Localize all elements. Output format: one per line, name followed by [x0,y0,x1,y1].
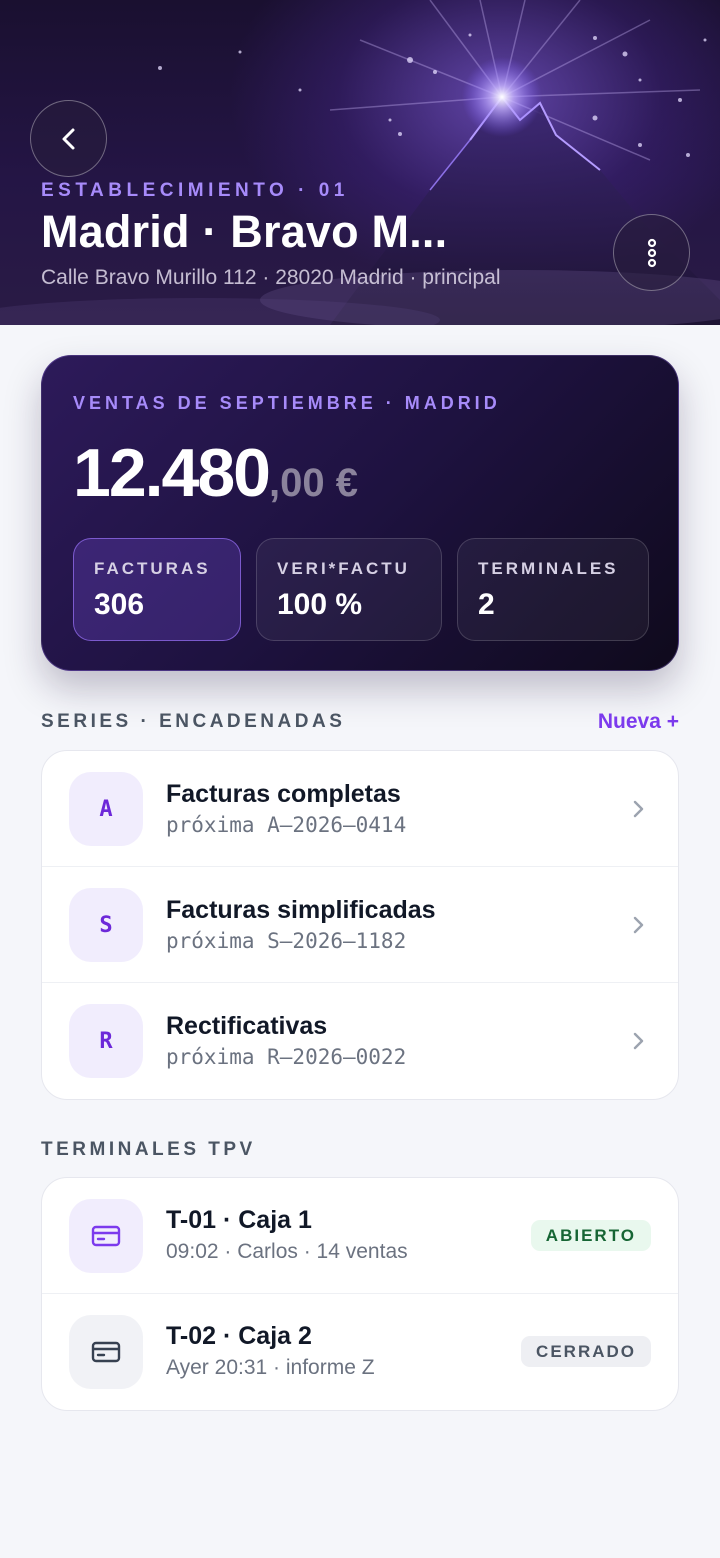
terminals-section-title: TERMINALES TPV [41,1139,256,1160]
more-options-button[interactable] [613,214,690,291]
terminal-item-t02[interactable]: T-02 · Caja 2 Ayer 20:31 · informe Z CER… [42,1294,678,1410]
series-item-r[interactable]: R Rectificativas próxima R–2026–0022 [42,983,678,1099]
series-code-badge: A [69,772,143,846]
sales-period-label: VENTAS DE SEPTIEMBRE · MADRID [73,393,501,413]
series-title: Facturas completas [166,780,401,808]
status-badge: CERRADO [521,1336,651,1367]
chevron-right-icon [633,1032,644,1050]
back-button[interactable] [30,100,107,177]
terminals-list: T-01 · Caja 1 09:02 · Carlos · 14 ventas… [41,1177,679,1411]
series-next-number: próxima A–2026–0414 [166,813,407,837]
series-code-badge: R [69,1004,143,1078]
chevron-left-icon [62,128,74,149]
credit-card-icon [91,1225,121,1247]
establishment-screen: ESTABLECIMIENTO · 01 Madrid · Bravo M...… [0,0,720,1558]
sales-amount-integer: 12.480 [73,435,271,511]
stat-label: VERI*FACTU [277,559,410,578]
series-item-s[interactable]: S Facturas simplificadas próxima S–2026–… [42,867,678,983]
stat-verifactu[interactable]: VERI*FACTU 100 % [256,538,442,641]
stat-label: FACTURAS [94,559,211,578]
stat-terminals[interactable]: TERMINALES 2 [457,538,649,641]
series-list: A Facturas completas próxima A–2026–0414… [41,750,679,1100]
sales-amount: 12.480,00 € [73,434,358,512]
terminal-subtitle: Ayer 20:31 · informe Z [166,1356,375,1379]
series-item-a[interactable]: A Facturas completas próxima A–2026–0414 [42,751,678,867]
page-title: Madrid · Bravo M... [41,206,448,257]
terminal-subtitle: 09:02 · Carlos · 14 ventas [166,1240,408,1263]
series-title: Facturas simplificadas [166,896,436,924]
more-vertical-icon [647,238,656,267]
hero-header: ESTABLECIMIENTO · 01 Madrid · Bravo M...… [0,0,720,325]
chevron-right-icon [633,800,644,818]
stat-value: 2 [478,588,495,621]
stat-value: 306 [94,588,145,621]
establishment-eyebrow: ESTABLECIMIENTO · 01 [41,180,349,201]
status-badge: ABIERTO [530,1220,651,1251]
sales-summary-card: VENTAS DE SEPTIEMBRE · MADRID 12.480,00 … [41,355,679,671]
terminal-title: T-02 · Caja 2 [166,1322,312,1350]
store-address: Calle Bravo Murillo 112 · 28020 Madrid ·… [41,266,501,289]
stat-value: 100 % [277,588,363,621]
series-next-number: próxima S–2026–1182 [166,929,407,953]
credit-card-icon [91,1341,121,1363]
stat-label: TERMINALES [478,559,619,578]
terminal-icon-badge [69,1315,143,1389]
chevron-right-icon [633,916,644,934]
stat-invoices[interactable]: FACTURAS 306 [73,538,241,641]
new-series-button[interactable]: Nueva + [598,710,679,734]
sales-amount-decimals: ,00 € [268,461,358,505]
series-title: Rectificativas [166,1012,328,1040]
terminal-icon-badge [69,1199,143,1273]
terminal-title: T-01 · Caja 1 [166,1206,312,1234]
series-section-title: SERIES · ENCADENADAS [41,711,346,732]
series-code-badge: S [69,888,143,962]
terminal-item-t01[interactable]: T-01 · Caja 1 09:02 · Carlos · 14 ventas… [42,1178,678,1294]
series-next-number: próxima R–2026–0022 [166,1045,407,1069]
